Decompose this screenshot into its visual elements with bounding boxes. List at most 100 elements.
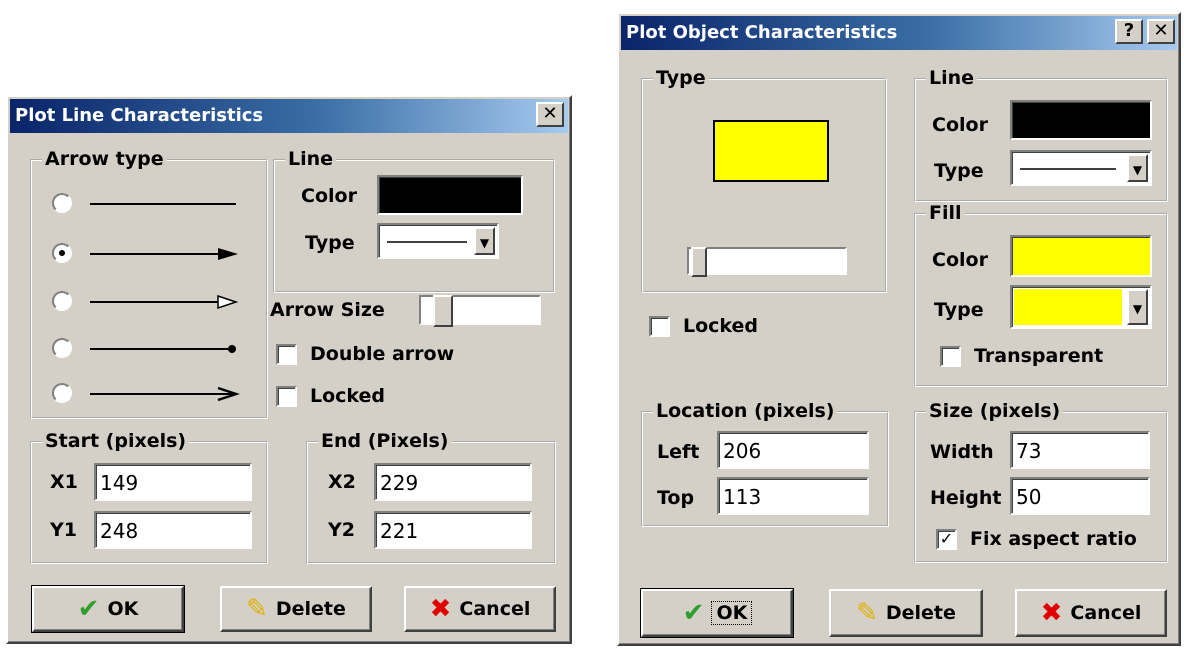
- location-group: Location (pixels) Left 206 Top 113: [641, 400, 889, 527]
- radio-selected-dot: [59, 250, 65, 256]
- line-group-label: Line: [926, 67, 978, 89]
- help-button[interactable]: ?: [1115, 19, 1143, 44]
- fill-group-label: Fill: [926, 202, 965, 224]
- delete-button-label: Delete: [885, 602, 956, 624]
- fill-type-dropdown[interactable]: ▼: [1010, 285, 1152, 329]
- shape-preview: [713, 120, 829, 182]
- cancel-button[interactable]: ✖ Cancel: [1015, 589, 1167, 637]
- fix-aspect-checkbox[interactable]: ✓: [936, 529, 957, 550]
- end-group: End (Pixels) X2 229 Y2 221: [306, 430, 556, 564]
- arrow-type-label: Arrow type: [42, 148, 167, 170]
- fill-color-label: Color: [932, 249, 988, 271]
- close-button[interactable]: ✕: [536, 102, 564, 127]
- left-input[interactable]: 206: [717, 431, 869, 469]
- line-group-label: Line: [285, 148, 337, 170]
- line-group: Line Color Type ▼: [273, 148, 555, 293]
- cancel-button-label: Cancel: [459, 598, 531, 620]
- check-icon: ✔: [682, 598, 705, 628]
- plot-object-dialog: Plot Object Characteristics ? ✕ Type Loc…: [617, 12, 1181, 646]
- line-color-label: Color: [932, 114, 988, 136]
- slider-thumb[interactable]: [433, 295, 453, 327]
- height-label: Height: [930, 487, 1002, 509]
- fill-pattern-preview: [1014, 289, 1122, 325]
- ok-button-label: OK: [711, 601, 753, 625]
- arrow-type-radio-plain[interactable]: [52, 193, 72, 213]
- eraser-icon: ✎: [246, 594, 268, 624]
- arrow-type-radio-solid-head[interactable]: [52, 243, 72, 263]
- line-group: Line Color Type ▼: [914, 67, 1168, 202]
- delete-button[interactable]: ✎ Delete: [220, 586, 372, 632]
- line-color-label: Color: [301, 185, 357, 207]
- line-type-dropdown[interactable]: ▼: [1010, 150, 1152, 186]
- location-group-label: Location (pixels): [653, 400, 838, 422]
- close-button[interactable]: ✕: [1147, 19, 1175, 44]
- ok-button-label: OK: [107, 598, 139, 620]
- line-type-dropdown[interactable]: ▼: [377, 223, 499, 259]
- double-arrow-label: Double arrow: [310, 343, 455, 365]
- arrow-size-slider[interactable]: [419, 295, 541, 327]
- slider-thumb[interactable]: [691, 247, 707, 277]
- line-style-preview: [1020, 168, 1116, 170]
- arrow-size-label: Arrow Size: [270, 299, 385, 321]
- x2-label: X2: [328, 471, 356, 493]
- barbed-arrow-icon: [90, 386, 240, 402]
- dialog-title: Plot Object Characteristics: [626, 22, 898, 43]
- double-arrow-checkbox[interactable]: [276, 344, 297, 365]
- transparent-checkbox[interactable]: [940, 346, 961, 367]
- arrow-type-radio-dot-end[interactable]: [52, 338, 72, 358]
- top-input[interactable]: 113: [717, 477, 869, 515]
- dot-end-icon: [90, 345, 236, 353]
- close-icon: ✕: [1153, 20, 1169, 41]
- height-input[interactable]: 50: [1010, 477, 1150, 515]
- size-group: Size (pixels) Width 73 Height 50 ✓ Fix a…: [914, 400, 1168, 563]
- open-arrow-icon: [90, 294, 239, 310]
- type-group: Type: [641, 67, 887, 293]
- arrow-type-group: Arrow type: [30, 148, 268, 419]
- delete-button[interactable]: ✎ Delete: [829, 589, 983, 637]
- locked-checkbox[interactable]: [276, 386, 297, 407]
- shape-slider[interactable]: [687, 247, 847, 277]
- width-label: Width: [930, 441, 994, 463]
- x2-input[interactable]: 229: [374, 463, 532, 501]
- y2-input[interactable]: 221: [374, 511, 532, 549]
- plain-line-icon: [90, 203, 236, 205]
- locked-checkbox[interactable]: [649, 316, 670, 337]
- width-input[interactable]: 73: [1010, 431, 1150, 469]
- end-group-label: End (Pixels): [318, 430, 452, 452]
- cancel-button[interactable]: ✖ Cancel: [404, 586, 556, 632]
- arrow-type-radio-barbed-head[interactable]: [52, 383, 72, 403]
- check-mark-icon: ✓: [939, 529, 954, 548]
- dialog-title: Plot Line Characteristics: [15, 105, 264, 126]
- dialog-title-bar[interactable]: Plot Line Characteristics: [10, 99, 568, 133]
- plot-line-dialog: Plot Line Characteristics ✕ Arrow type L…: [6, 95, 572, 644]
- top-label: Top: [657, 487, 695, 509]
- size-group-label: Size (pixels): [926, 400, 1064, 422]
- line-color-swatch[interactable]: [377, 175, 523, 215]
- ok-button[interactable]: ✔ OK: [31, 585, 185, 633]
- type-group-label: Type: [653, 67, 709, 89]
- start-group-label: Start (pixels): [42, 430, 190, 452]
- fill-type-label: Type: [934, 299, 984, 321]
- y1-input[interactable]: 248: [94, 511, 252, 549]
- line-type-label: Type: [305, 232, 355, 254]
- fill-group: Fill Color Type ▼ Transparent: [914, 202, 1168, 387]
- x1-input[interactable]: 149: [94, 463, 252, 501]
- ok-button[interactable]: ✔ OK: [640, 588, 794, 638]
- fill-color-swatch[interactable]: [1010, 235, 1152, 277]
- eraser-icon: ✎: [856, 598, 878, 628]
- transparent-label: Transparent: [974, 345, 1104, 367]
- fix-aspect-label: Fix aspect ratio: [970, 528, 1137, 550]
- chevron-down-icon[interactable]: ▼: [1127, 289, 1148, 325]
- solid-arrow-icon: [90, 248, 238, 260]
- start-group: Start (pixels) X1 149 Y1 248: [30, 430, 268, 564]
- delete-button-label: Delete: [275, 598, 346, 620]
- chevron-down-icon[interactable]: ▼: [1127, 154, 1148, 182]
- line-style-preview: [387, 241, 467, 243]
- dialog-title-bar[interactable]: Plot Object Characteristics: [621, 16, 1177, 50]
- line-color-swatch[interactable]: [1010, 100, 1152, 140]
- chevron-down-icon[interactable]: ▼: [474, 227, 495, 255]
- x1-label: X1: [50, 471, 78, 493]
- arrow-type-radio-open-head[interactable]: [52, 291, 72, 311]
- check-icon: ✔: [77, 594, 100, 624]
- x-icon: ✖: [429, 594, 452, 624]
